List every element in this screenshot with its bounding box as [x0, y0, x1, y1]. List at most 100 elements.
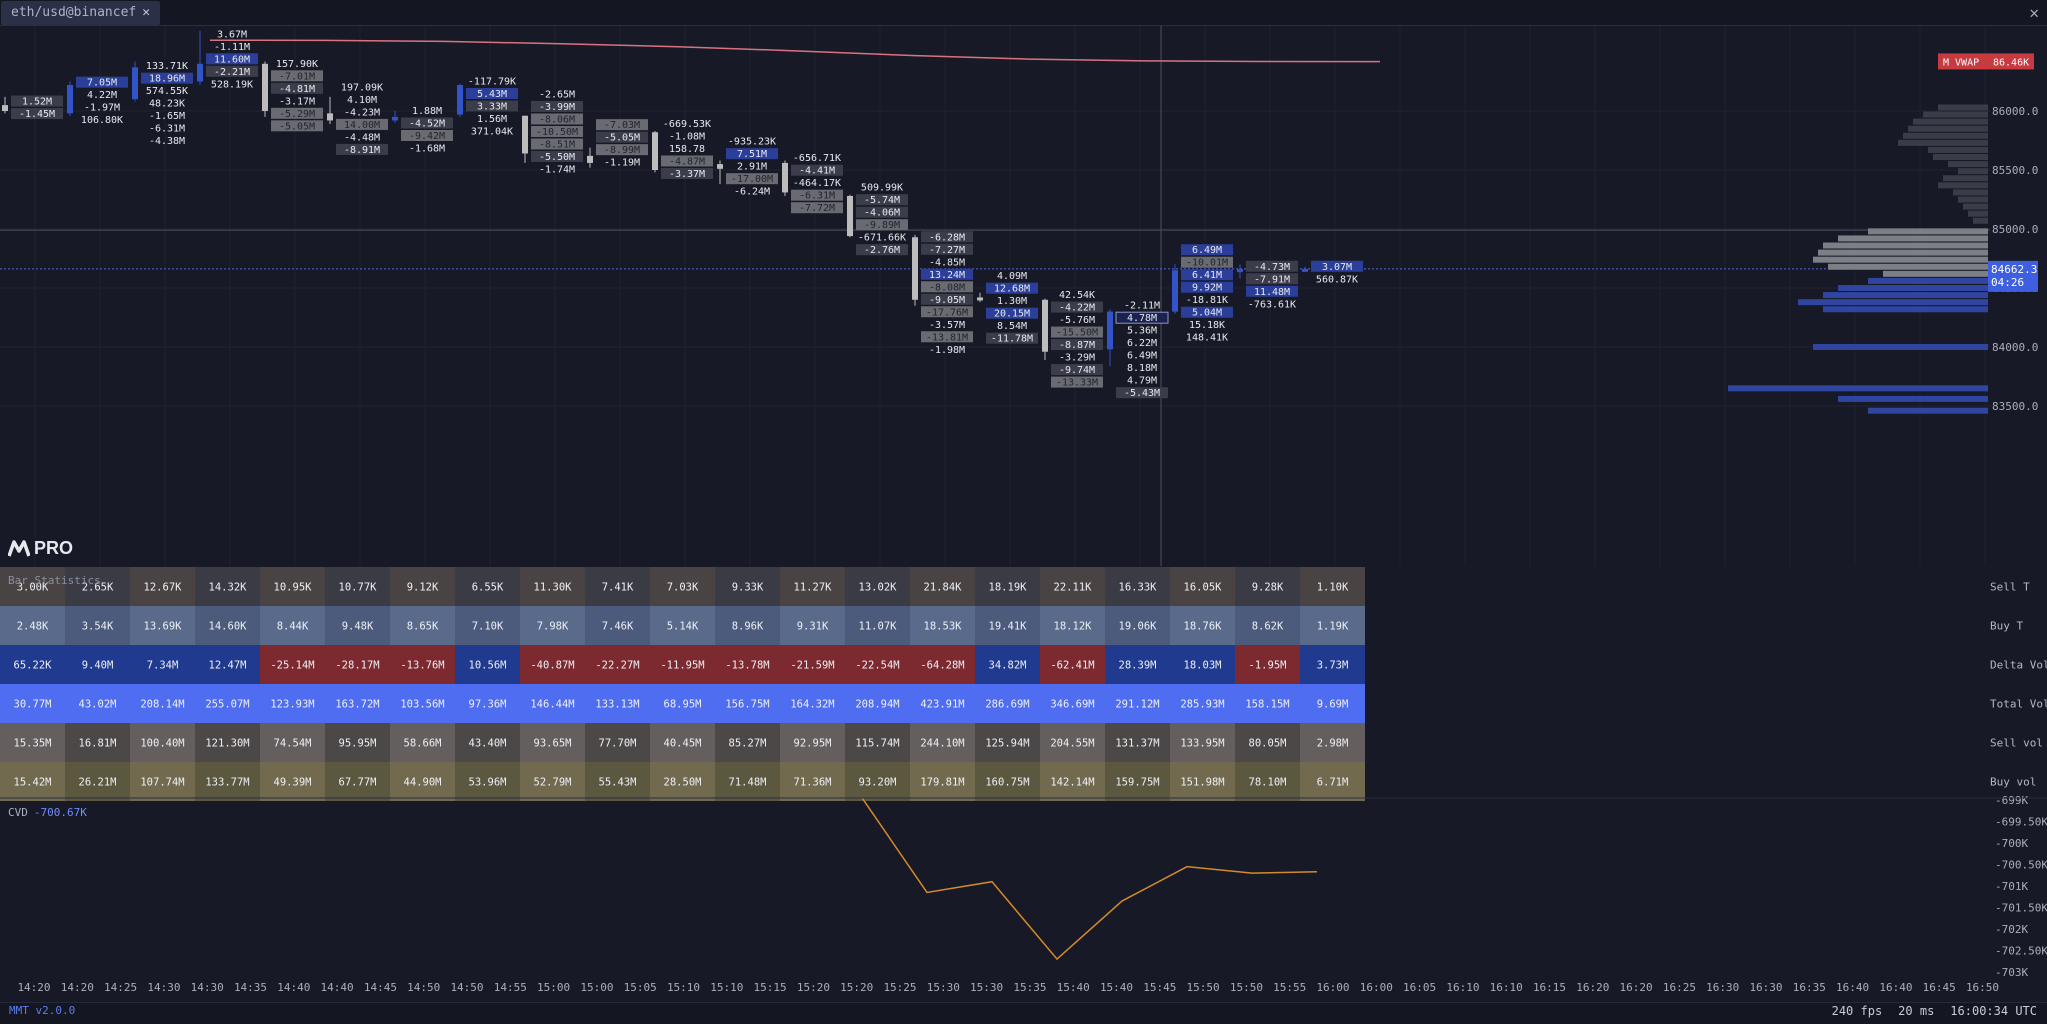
footprint-cell-14-9: -1.98M [929, 345, 965, 356]
chart-svg[interactable]: 1.52M-1.45M 7.05M4.22M -1.97M106.80K 133.71… [0, 26, 2047, 1024]
stat-cell-1-2: 13.69K [144, 621, 183, 633]
stat-cell-1-11: 8.96K [732, 621, 764, 633]
footprint-cell-8-1: -3.99M [539, 102, 575, 113]
tab-eth-usd[interactable]: eth/usd@binancef ✕ [1, 1, 161, 25]
bar-statistics-table: 3.00K 2.65K 12.67K 14.32K 10.95K 10.77K 9.12K 6… [0, 567, 2047, 801]
time-tick-4: 14:30 [191, 981, 224, 994]
footprint-cell-5-3: 14.00M [344, 120, 380, 131]
profile-bar-4 [1903, 132, 1988, 139]
footprint-cell-15-3: 20.15M [994, 309, 1030, 320]
stat-cell-4-20: 2.98M [1317, 738, 1349, 750]
stat-cell-5-1: 26.21M [79, 777, 117, 789]
time-tick-5: 14:35 [234, 981, 267, 994]
profile-bar-30 [1728, 385, 1988, 392]
stat-cell-4-9: 77.70M [599, 738, 637, 750]
candle-12: -656.71K -4.41M-464.17K -6.31M-7.72M [782, 153, 843, 214]
window-close-icon[interactable]: ✕ [2029, 3, 2039, 22]
footprint-cell-4-5: -5.05M [279, 121, 315, 132]
stat-cell-2-20: 3.73M [1317, 660, 1349, 672]
stat-cell-5-20: 6.71M [1317, 777, 1349, 789]
footprint-cell-18-7: 148.41K [1186, 333, 1228, 344]
candle-body-0 [2, 105, 8, 111]
footprint-cell-16-2: -5.76M [1059, 315, 1095, 326]
time-tick-35: 16:15 [1533, 981, 1566, 994]
profile-bar-23 [1883, 270, 1988, 277]
stat-cell-0-13: 13.02K [859, 582, 898, 594]
status-bar [0, 1002, 2047, 1024]
footprint-cell-4-1: -7.01M [279, 71, 315, 82]
candle-20: 3.07M560.87K [1302, 260, 1363, 285]
time-tick-17: 15:15 [754, 981, 787, 994]
candle-body-19 [1237, 269, 1243, 273]
stat-cell-2-2: 7.34M [147, 660, 179, 672]
footprint-cell-18-4: -18.81K [1186, 295, 1228, 306]
stat-cell-0-5: 10.77K [339, 582, 378, 594]
candle-body-18 [1172, 270, 1178, 312]
clock-readout: 16:00:34 UTC [1950, 1004, 2037, 1018]
time-tick-18: 15:20 [797, 981, 830, 994]
stat-cell-1-14: 18.53K [924, 621, 963, 633]
profile-bar-32 [1868, 407, 1988, 414]
vwap-tag-name: M VWAP [1943, 57, 1979, 68]
volume-profile [1728, 104, 1988, 414]
stat-cell-4-4: 74.54M [274, 738, 312, 750]
candle-body-12 [782, 162, 788, 193]
footprint-cell-17-1: 4.78M [1127, 313, 1157, 324]
footprint-cell-14-5: -9.05M [929, 295, 965, 306]
stat-cell-3-11: 156.75M [725, 699, 769, 711]
profile-bar-2 [1913, 118, 1988, 125]
stat-cell-5-16: 142.14M [1050, 777, 1094, 789]
profile-bar-21 [1813, 256, 1988, 263]
stat-cell-2-12: -21.59M [790, 660, 834, 672]
time-tick-0: 14:20 [17, 981, 50, 994]
footprint-cell-11-3: -17.00M [731, 174, 773, 185]
candle-9: -7.03M -5.05M-8.99M -1.19M [587, 119, 648, 169]
footprint-cell-17-3: 6.22M [1127, 338, 1157, 349]
profile-bar-14 [1963, 203, 1988, 210]
time-tick-41: 16:35 [1793, 981, 1826, 994]
footprint-cell-12-4: -7.72M [799, 203, 835, 214]
stat-cell-2-1: 9.40M [82, 660, 114, 672]
price-tag-value: 84662.3 [1991, 263, 2037, 276]
profile-bar-1 [1923, 111, 1988, 118]
time-tick-23: 15:35 [1013, 981, 1046, 994]
time-tick-15: 15:10 [667, 981, 700, 994]
stat-cell-3-4: 123.93M [270, 699, 314, 711]
footprint-cell-3-2: 11.60M [214, 54, 250, 65]
cvd-tick-2: -700K [1995, 837, 2028, 850]
profile-bar-11 [1938, 182, 1988, 189]
footprint-cell-1-2: -1.97M [84, 103, 120, 114]
stat-cell-2-5: -28.17M [335, 660, 379, 672]
footprint-cell-19-2: 11.48M [1254, 287, 1290, 298]
footprint-cell-14-4: -8.08M [929, 282, 965, 293]
tab-label: eth/usd@binancef [11, 5, 137, 20]
footprint-cell-14-7: -3.57M [929, 320, 965, 331]
footprint-cell-4-2: -4.81M [279, 84, 315, 95]
stat-cell-5-18: 151.98M [1180, 777, 1224, 789]
stat-row-label-5: Buy vol [1990, 776, 2036, 789]
tab-close-icon[interactable]: ✕ [142, 5, 150, 20]
stat-cell-3-15: 286.69M [985, 699, 1029, 711]
stat-cell-4-14: 244.10M [920, 738, 964, 750]
profile-bar-6 [1928, 146, 1988, 153]
stat-cell-1-7: 7.10K [472, 621, 504, 633]
cvd-tick-6: -702K [1995, 923, 2028, 936]
stat-cell-4-7: 43.40M [469, 738, 507, 750]
profile-bar-16 [1973, 217, 1988, 224]
stat-cell-3-17: 291.12M [1115, 699, 1159, 711]
stat-cell-4-15: 125.94M [985, 738, 1029, 750]
time-tick-29: 15:55 [1273, 981, 1306, 994]
stat-cell-4-2: 100.40M [140, 738, 184, 750]
stat-cell-0-3: 14.32K [209, 582, 248, 594]
stat-cell-0-10: 7.03K [667, 582, 699, 594]
time-tick-33: 16:10 [1446, 981, 1479, 994]
time-tick-20: 15:25 [883, 981, 916, 994]
stat-cell-5-19: 78.10M [1249, 777, 1287, 789]
stat-cell-1-4: 8.44K [277, 621, 309, 633]
version-label: MMT v2.0.0 [9, 1004, 76, 1017]
stat-cell-3-9: 133.13M [595, 699, 639, 711]
stat-cell-5-0: 15.42M [14, 777, 52, 789]
footprint-cell-15-0: 4.09M [997, 271, 1027, 282]
stat-cell-5-11: 71.48M [729, 777, 767, 789]
time-tick-9: 14:50 [407, 981, 440, 994]
